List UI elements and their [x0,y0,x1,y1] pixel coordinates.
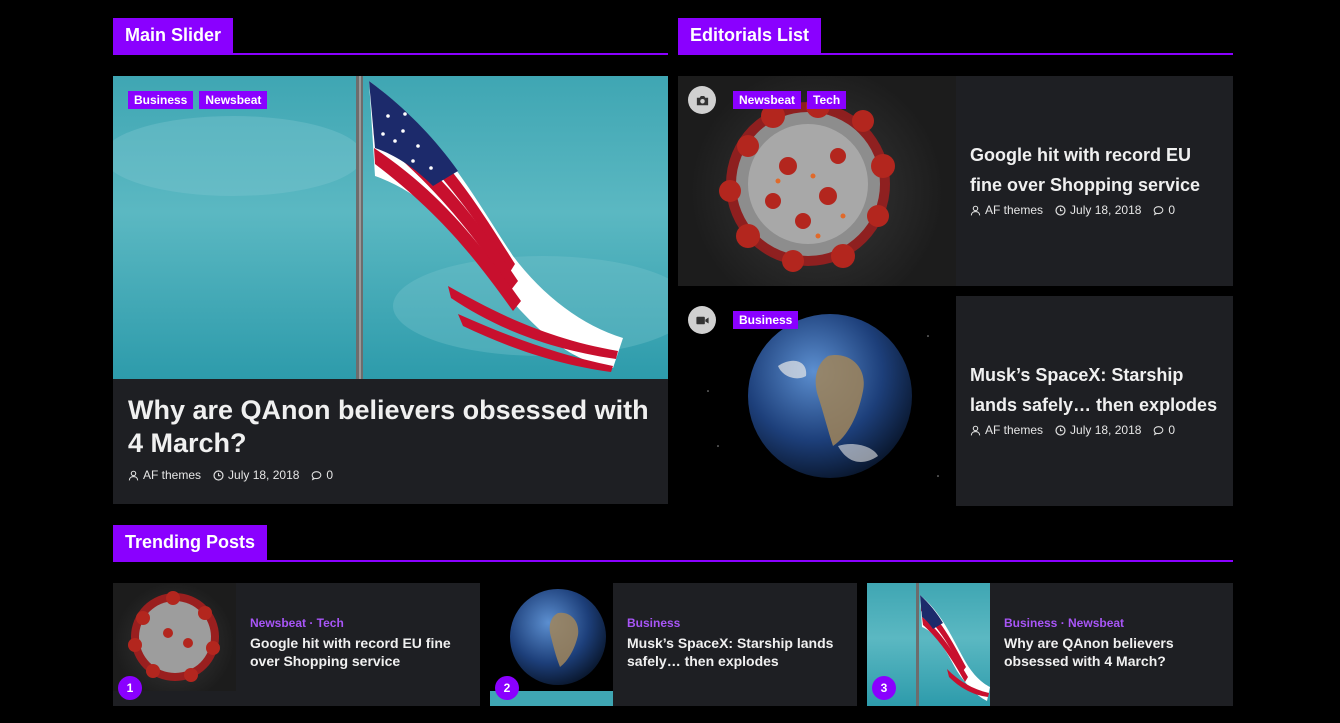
editorial-item[interactable]: Business Musk’s SpaceX: Starship lands s… [678,296,1233,506]
editorial-meta: AF themes July 18, 2018 0 [970,203,1175,217]
user-icon [128,470,139,481]
trending-header: Trending Posts [113,525,1233,562]
trending-text: Business · Newsbeat Why are QAnon believ… [1004,616,1224,670]
trending-categories[interactable]: Newsbeat · Tech [250,616,470,630]
editorial-title[interactable]: Google hit with record EU fine over Shop… [970,140,1220,200]
tag-newsbeat[interactable]: Newsbeat [733,91,802,109]
editorial-meta: AF themes July 18, 2018 0 [970,423,1175,437]
comment-icon [1153,205,1164,216]
author[interactable]: AF themes [128,468,201,482]
date: July 18, 2018 [213,468,299,482]
user-icon [970,205,981,216]
rank-badge: 1 [118,676,142,700]
trending-title[interactable]: Musk’s SpaceX: Starship lands safely… th… [627,634,847,670]
date: July 18, 2018 [1055,203,1141,217]
comment-icon [311,470,322,481]
main-slider-meta: AF themes July 18, 2018 0 [128,468,333,482]
earth-image[interactable] [678,296,956,506]
tag-tech[interactable]: Tech [807,91,847,109]
trending-title[interactable]: Why are QAnon believers obsessed with 4 … [1004,634,1224,670]
us-flag-image[interactable] [113,76,668,379]
coronavirus-thumbnail[interactable] [113,583,236,691]
trending-heading: Trending Posts [113,525,268,560]
tag-business[interactable]: Business [128,91,194,109]
trending-categories[interactable]: Business [627,616,847,630]
video-camera-icon [688,306,716,334]
tag-newsbeat[interactable]: Newsbeat [199,91,268,109]
trending-text: Newsbeat · Tech Google hit with record E… [250,616,470,670]
rank-badge: 3 [872,676,896,700]
editorials-header: Editorials List [678,18,1233,55]
trending-item[interactable]: 2 Business Musk’s SpaceX: Starship lands… [490,583,857,706]
comments[interactable]: 0 [1153,423,1175,437]
comment-icon [1153,425,1164,436]
main-slider-header: Main Slider [113,18,668,55]
clock-icon [1055,425,1066,436]
editorials-heading: Editorials List [678,18,822,53]
main-slider-card[interactable]: Business Newsbeat Why are QAnon believer… [113,76,668,504]
editorial-tags: Newsbeat Tech [733,91,847,109]
trending-text: Business Musk’s SpaceX: Starship lands s… [627,616,847,670]
clock-icon [213,470,224,481]
trending-item[interactable]: 3 Business · Newsbeat Why are QAnon beli… [867,583,1233,706]
user-icon [970,425,981,436]
trending-categories[interactable]: Business · Newsbeat [1004,616,1224,630]
editorial-title[interactable]: Musk’s SpaceX: Starship lands safely… th… [970,360,1225,420]
comments[interactable]: 0 [311,468,333,482]
main-slider-title[interactable]: Why are QAnon believers obsessed with 4 … [128,394,653,460]
main-slider-tags: Business Newsbeat [128,91,268,109]
author[interactable]: AF themes [970,203,1043,217]
editorial-item[interactable]: Newsbeat Tech Google hit with record EU … [678,76,1233,286]
comments[interactable]: 0 [1153,203,1175,217]
clock-icon [1055,205,1066,216]
main-slider-heading: Main Slider [113,18,234,53]
date: July 18, 2018 [1055,423,1141,437]
author[interactable]: AF themes [970,423,1043,437]
rank-badge: 2 [495,676,519,700]
trending-title[interactable]: Google hit with record EU fine over Shop… [250,634,470,670]
tag-business[interactable]: Business [733,311,799,329]
editorial-tags: Business [733,311,799,329]
trending-item[interactable]: 1 Newsbeat · Tech Google hit with record… [113,583,480,706]
camera-icon [688,86,716,114]
